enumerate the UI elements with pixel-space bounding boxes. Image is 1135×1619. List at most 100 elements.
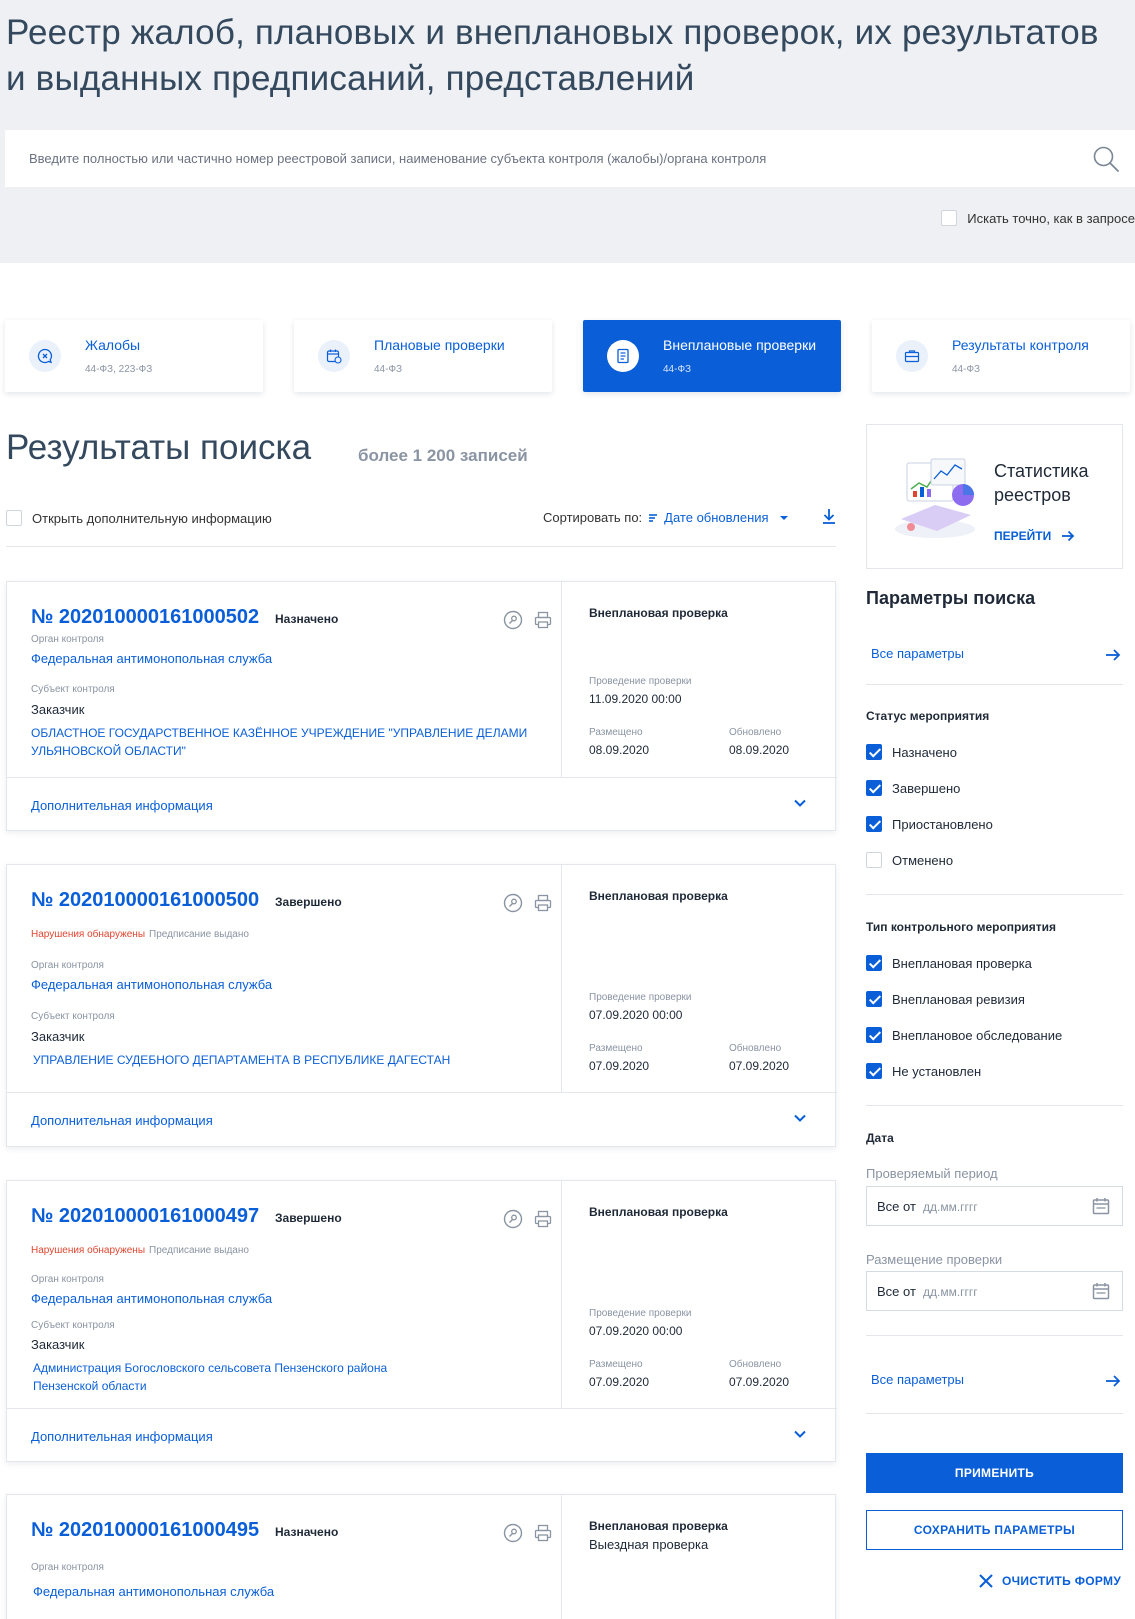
org-link[interactable]: Федеральная антимонопольная служба [31, 651, 272, 666]
record-number-link[interactable]: № 202010000161000497 [31, 1205, 259, 1228]
card-footer[interactable]: Дополнительная информация [7, 1408, 837, 1462]
org-link[interactable]: Федеральная антимонопольная служба [31, 1291, 272, 1306]
tab-unplanned-inspections[interactable]: Внеплановые проверки 44-ФЗ [583, 320, 841, 392]
status-option-cancelled[interactable]: Отменено [866, 852, 953, 868]
result-card: № 202010000161000495 Назначено Орган кон… [6, 1494, 836, 1619]
result-card: № 202010000161000500 Завершено Нарушения… [6, 864, 837, 1147]
org-link[interactable]: Федеральная антимонопольная служба [31, 977, 272, 992]
more-info-link[interactable]: Дополнительная информация [31, 798, 213, 813]
violation-text: Нарушения обнаружены [31, 1245, 146, 1256]
checkbox[interactable] [866, 780, 882, 796]
record-number-link[interactable]: № 202010000161000500 [31, 889, 259, 912]
updated-date: 08.09.2020 [729, 743, 790, 757]
briefcase-icon [896, 340, 928, 372]
conduct-label: Проведение проверки [589, 1308, 692, 1319]
open-info-option[interactable]: Открыть дополнительную информацию [6, 510, 272, 526]
print-icon[interactable] [533, 1209, 553, 1234]
card-footer[interactable]: Дополнительная информация [7, 777, 837, 831]
apply-button[interactable]: ПРИМЕНИТЬ [866, 1453, 1123, 1493]
record-number-link[interactable]: № 202010000161000495 [31, 1519, 259, 1542]
record-number-link[interactable]: № 202010000161000502 [31, 606, 259, 629]
search-input[interactable] [5, 130, 1075, 187]
calendar-icon[interactable] [1092, 1197, 1110, 1220]
placement-label: Размещение проверки [866, 1252, 1003, 1267]
period-date-input[interactable] [923, 1195, 1073, 1219]
tab-planned-inspections[interactable]: Плановые проверки 44-ФЗ [294, 320, 552, 392]
stats-illustration [887, 449, 983, 550]
search-icon[interactable] [1091, 144, 1121, 174]
status-badge: Завершено [275, 895, 342, 909]
checkbox[interactable] [866, 816, 882, 832]
status-option-completed[interactable]: Завершено [866, 780, 960, 796]
checkbox[interactable] [866, 744, 882, 760]
tab-label: Результаты контроля [952, 337, 1089, 353]
more-info-link[interactable]: Дополнительная информация [31, 1429, 213, 1444]
open-info-checkbox[interactable] [6, 510, 22, 526]
option-label: Назначено [892, 744, 957, 760]
save-params-button[interactable]: СОХРАНИТЬ ПАРАМЕТРЫ [866, 1510, 1123, 1550]
type-option-unplanned-inspection[interactable]: Внеплановая проверка [866, 955, 1032, 971]
view-icon[interactable] [503, 610, 523, 635]
checkbox[interactable] [866, 955, 882, 971]
sort-select[interactable]: Дате обновления [648, 510, 788, 525]
status-badge: Назначено [275, 612, 339, 626]
view-icon[interactable] [503, 1209, 523, 1234]
tab-control-results[interactable]: Результаты контроля 44-ФЗ [872, 320, 1130, 392]
tab-label: Плановые проверки [374, 337, 505, 353]
placed-label: Размещено [589, 1043, 643, 1054]
print-icon[interactable] [533, 610, 553, 635]
exact-search-label: Искать точно, как в запросе [967, 210, 1135, 226]
clear-form-label: ОЧИСТИТЬ ФОРМУ [1002, 1574, 1122, 1588]
checkbox[interactable] [866, 1063, 882, 1079]
checkbox[interactable] [866, 852, 882, 868]
more-info-link[interactable]: Дополнительная информация [31, 1113, 213, 1128]
view-icon[interactable] [503, 1523, 523, 1548]
type-option-unplanned-audit[interactable]: Внеплановая ревизия [866, 991, 1025, 1007]
card-footer[interactable]: Дополнительная информация [7, 1092, 837, 1146]
updated-label: Обновлено [729, 1043, 782, 1054]
exact-search-option[interactable]: Искать точно, как в запросе [941, 208, 1135, 228]
placed-date: 07.09.2020 [589, 1375, 650, 1389]
card-main [7, 1495, 562, 1619]
arrow-right-icon [1062, 530, 1075, 542]
option-label: Завершено [892, 780, 961, 796]
option-label: Не установлен [892, 1063, 982, 1079]
divider [866, 1335, 1123, 1336]
subject-link[interactable]: ОБЛАСТНОЕ ГОСУДАРСТВЕННОЕ КАЗЁННОЕ УЧРЕЖ… [31, 724, 531, 760]
option-label: Внеплановое обследование [892, 1027, 1063, 1043]
status-option-assigned[interactable]: Назначено [866, 744, 957, 760]
stats-link[interactable]: ПЕРЕЙТИ [994, 529, 1075, 543]
tab-complaints[interactable]: Жалобы 44-ФЗ, 223-ФЗ [5, 320, 263, 392]
subject-link[interactable]: Администрация Богословского сельсовета П… [33, 1359, 433, 1395]
checkbox[interactable] [866, 991, 882, 1007]
caret-down-icon [779, 515, 788, 520]
calendar-icon[interactable] [1092, 1282, 1110, 1305]
view-icon[interactable] [503, 893, 523, 918]
exact-search-checkbox[interactable] [941, 210, 958, 226]
clear-form-button[interactable]: ОЧИСТИТЬ ФОРМУ [978, 1573, 1121, 1589]
print-icon[interactable] [533, 1523, 553, 1548]
placement-date-input[interactable] [923, 1280, 1073, 1304]
chevron-down-icon[interactable] [793, 1427, 807, 1446]
option-label: Внеплановая проверка [892, 955, 1032, 971]
subject-role: Заказчик [31, 1337, 85, 1352]
type-option-unplanned-survey[interactable]: Внеплановое обследование [866, 1027, 1062, 1043]
all-params-link[interactable]: Все параметры [871, 1372, 1121, 1392]
print-icon[interactable] [533, 893, 553, 918]
all-params-label: Все параметры [871, 1372, 965, 1387]
download-icon[interactable] [822, 508, 836, 529]
status-badge: Завершено [275, 1211, 342, 1225]
org-link[interactable]: Федеральная антимонопольная служба [33, 1584, 274, 1599]
type-option-not-set[interactable]: Не установлен [866, 1063, 981, 1079]
page-title: Реестр жалоб, плановых и внеплановых про… [6, 13, 1099, 98]
chevron-down-icon[interactable] [793, 1111, 807, 1130]
result-card: № 202010000161000497 Завершено Нарушения… [6, 1180, 837, 1462]
conduct-date: 07.09.2020 00:00 [589, 1008, 683, 1022]
inspection-type: Внеплановая проверка [589, 1519, 728, 1533]
checkbox[interactable] [866, 1027, 882, 1043]
chevron-down-icon[interactable] [793, 796, 807, 815]
status-option-suspended[interactable]: Приостановлено [866, 816, 993, 832]
subject-link[interactable]: УПРАВЛЕНИЕ СУДЕБНОГО ДЕПАРТАМЕНТА В РЕСП… [33, 1051, 533, 1069]
status-group-title: Статус мероприятия [866, 709, 990, 723]
all-params-link[interactable]: Все параметры [871, 646, 1121, 666]
